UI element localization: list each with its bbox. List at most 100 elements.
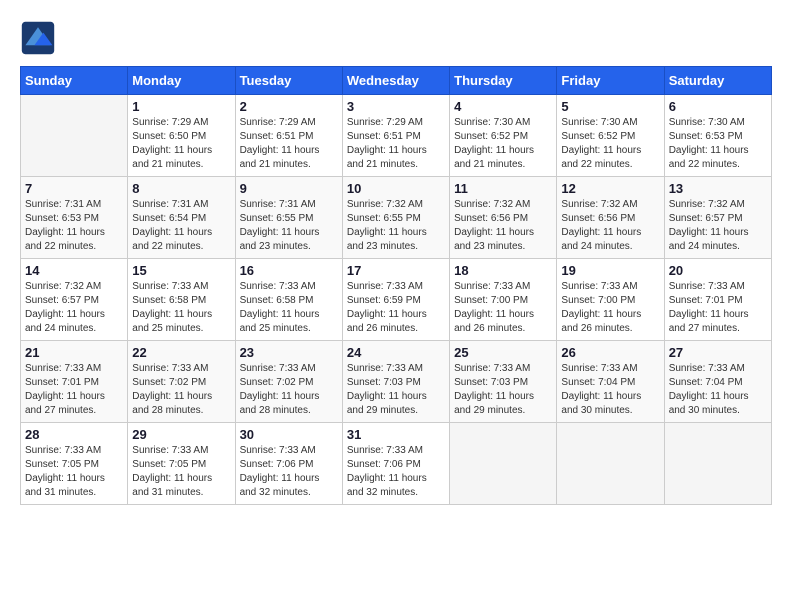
day-cell: 10Sunrise: 7:32 AMSunset: 6:55 PMDayligh…	[342, 177, 449, 259]
day-number: 23	[240, 345, 338, 360]
day-info: Sunrise: 7:33 AMSunset: 6:58 PMDaylight:…	[240, 280, 338, 336]
day-cell: 6Sunrise: 7:30 AMSunset: 6:53 PMDaylight…	[664, 95, 771, 177]
day-number: 17	[347, 263, 445, 278]
day-cell	[557, 423, 664, 505]
day-cell: 19Sunrise: 7:33 AMSunset: 7:00 PMDayligh…	[557, 259, 664, 341]
day-number: 13	[669, 181, 767, 196]
day-info: Sunrise: 7:33 AMSunset: 7:01 PMDaylight:…	[25, 362, 123, 418]
day-cell: 22 Sunrise: 7:33 AMSunset: 7:02 PMDayligh…	[128, 341, 235, 423]
header-row: SundayMondayTuesdayWednesdayThursdayFrid…	[21, 67, 772, 95]
day-number: 5	[561, 99, 659, 114]
day-cell	[664, 423, 771, 505]
day-number: 12	[561, 181, 659, 196]
day-info: Sunrise: 7:32 AMSunset: 6:57 PMDaylight:…	[669, 198, 767, 254]
day-number: 28	[25, 427, 123, 442]
day-cell: 17 Sunrise: 7:33 AMSunset: 6:59 PMDayligh…	[342, 259, 449, 341]
day-info: Sunrise: 7:33 AMSunset: 7:03 PMDaylight:…	[347, 362, 445, 418]
day-number: 25	[454, 345, 552, 360]
day-number: 30	[240, 427, 338, 442]
day-number: 31	[347, 427, 445, 442]
day-info: Sunrise: 7:31 AMSunset: 6:53 PMDaylight:…	[25, 198, 123, 254]
header-cell-thursday: Thursday	[450, 67, 557, 95]
day-cell: 28 Sunrise: 7:33 AMSunset: 7:05 PMDayligh…	[21, 423, 128, 505]
day-cell: 5Sunrise: 7:30 AMSunset: 6:52 PMDaylight…	[557, 95, 664, 177]
day-info: Sunrise: 7:33 AMSunset: 7:06 PMDaylight:…	[347, 444, 445, 500]
day-info: Sunrise: 7:33 AMSunset: 7:06 PMDaylight:…	[240, 444, 338, 500]
day-cell: 14Sunrise: 7:32 AMSunset: 6:57 PMDayligh…	[21, 259, 128, 341]
day-info: Sunrise: 7:32 AMSunset: 6:57 PMDaylight:…	[25, 280, 123, 336]
day-number: 27	[669, 345, 767, 360]
header-cell-sunday: Sunday	[21, 67, 128, 95]
week-row-2: 14Sunrise: 7:32 AMSunset: 6:57 PMDayligh…	[21, 259, 772, 341]
header-cell-friday: Friday	[557, 67, 664, 95]
calendar-body: 1 Sunrise: 7:29 AMSunset: 6:50 PMDaylight…	[21, 95, 772, 505]
day-info: Sunrise: 7:33 AMSunset: 7:05 PMDaylight:…	[25, 444, 123, 500]
week-row-3: 21 Sunrise: 7:33 AMSunset: 7:01 PMDayligh…	[21, 341, 772, 423]
page-header	[20, 20, 772, 56]
day-cell: 9 Sunrise: 7:31 AMSunset: 6:55 PMDaylight…	[235, 177, 342, 259]
day-cell: 11 Sunrise: 7:32 AMSunset: 6:56 PMDayligh…	[450, 177, 557, 259]
logo-icon	[20, 20, 56, 56]
day-cell: 1 Sunrise: 7:29 AMSunset: 6:50 PMDaylight…	[128, 95, 235, 177]
day-number: 16	[240, 263, 338, 278]
day-cell: 4 Sunrise: 7:30 AMSunset: 6:52 PMDaylight…	[450, 95, 557, 177]
day-info: Sunrise: 7:33 AMSunset: 7:00 PMDaylight:…	[454, 280, 552, 336]
week-row-1: 7 Sunrise: 7:31 AMSunset: 6:53 PMDaylight…	[21, 177, 772, 259]
day-cell: 18 Sunrise: 7:33 AMSunset: 7:00 PMDayligh…	[450, 259, 557, 341]
day-cell: 2 Sunrise: 7:29 AMSunset: 6:51 PMDaylight…	[235, 95, 342, 177]
header-cell-saturday: Saturday	[664, 67, 771, 95]
day-info: Sunrise: 7:33 AMSunset: 7:05 PMDaylight:…	[132, 444, 230, 500]
day-info: Sunrise: 7:30 AMSunset: 6:52 PMDaylight:…	[454, 116, 552, 172]
header-cell-wednesday: Wednesday	[342, 67, 449, 95]
day-number: 7	[25, 181, 123, 196]
day-number: 20	[669, 263, 767, 278]
day-info: Sunrise: 7:33 AMSunset: 7:04 PMDaylight:…	[669, 362, 767, 418]
day-info: Sunrise: 7:29 AMSunset: 6:51 PMDaylight:…	[240, 116, 338, 172]
week-row-0: 1 Sunrise: 7:29 AMSunset: 6:50 PMDaylight…	[21, 95, 772, 177]
day-cell: 27 Sunrise: 7:33 AMSunset: 7:04 PMDayligh…	[664, 341, 771, 423]
day-number: 6	[669, 99, 767, 114]
day-number: 15	[132, 263, 230, 278]
day-info: Sunrise: 7:29 AMSunset: 6:50 PMDaylight:…	[132, 116, 230, 172]
day-cell: 31 Sunrise: 7:33 AMSunset: 7:06 PMDayligh…	[342, 423, 449, 505]
day-info: Sunrise: 7:32 AMSunset: 6:56 PMDaylight:…	[561, 198, 659, 254]
day-cell: 13 Sunrise: 7:32 AMSunset: 6:57 PMDayligh…	[664, 177, 771, 259]
header-cell-monday: Monday	[128, 67, 235, 95]
day-number: 22	[132, 345, 230, 360]
day-cell: 7 Sunrise: 7:31 AMSunset: 6:53 PMDaylight…	[21, 177, 128, 259]
logo	[20, 20, 60, 56]
day-info: Sunrise: 7:33 AMSunset: 7:02 PMDaylight:…	[132, 362, 230, 418]
day-number: 9	[240, 181, 338, 196]
day-number: 11	[454, 181, 552, 196]
day-number: 21	[25, 345, 123, 360]
day-info: Sunrise: 7:29 AMSunset: 6:51 PMDaylight:…	[347, 116, 445, 172]
day-cell: 30 Sunrise: 7:33 AMSunset: 7:06 PMDayligh…	[235, 423, 342, 505]
day-cell: 23 Sunrise: 7:33 AMSunset: 7:02 PMDayligh…	[235, 341, 342, 423]
day-info: Sunrise: 7:33 AMSunset: 7:02 PMDaylight:…	[240, 362, 338, 418]
header-cell-tuesday: Tuesday	[235, 67, 342, 95]
day-cell	[450, 423, 557, 505]
day-cell: 8Sunrise: 7:31 AMSunset: 6:54 PMDaylight…	[128, 177, 235, 259]
day-number: 18	[454, 263, 552, 278]
day-number: 19	[561, 263, 659, 278]
day-cell: 16 Sunrise: 7:33 AMSunset: 6:58 PMDayligh…	[235, 259, 342, 341]
day-info: Sunrise: 7:33 AMSunset: 7:01 PMDaylight:…	[669, 280, 767, 336]
day-number: 4	[454, 99, 552, 114]
calendar-table: SundayMondayTuesdayWednesdayThursdayFrid…	[20, 66, 772, 505]
day-cell: 20 Sunrise: 7:33 AMSunset: 7:01 PMDayligh…	[664, 259, 771, 341]
day-info: Sunrise: 7:33 AMSunset: 6:59 PMDaylight:…	[347, 280, 445, 336]
day-info: Sunrise: 7:32 AMSunset: 6:56 PMDaylight:…	[454, 198, 552, 254]
day-info: Sunrise: 7:33 AMSunset: 7:03 PMDaylight:…	[454, 362, 552, 418]
day-cell: 3Sunrise: 7:29 AMSunset: 6:51 PMDaylight…	[342, 95, 449, 177]
day-number: 2	[240, 99, 338, 114]
day-number: 26	[561, 345, 659, 360]
day-info: Sunrise: 7:32 AMSunset: 6:55 PMDaylight:…	[347, 198, 445, 254]
day-number: 1	[132, 99, 230, 114]
day-info: Sunrise: 7:33 AMSunset: 6:58 PMDaylight:…	[132, 280, 230, 336]
day-number: 8	[132, 181, 230, 196]
day-cell: 25 Sunrise: 7:33 AMSunset: 7:03 PMDayligh…	[450, 341, 557, 423]
day-cell: 29Sunrise: 7:33 AMSunset: 7:05 PMDayligh…	[128, 423, 235, 505]
day-info: Sunrise: 7:31 AMSunset: 6:55 PMDaylight:…	[240, 198, 338, 254]
day-info: Sunrise: 7:33 AMSunset: 7:04 PMDaylight:…	[561, 362, 659, 418]
day-cell: 24Sunrise: 7:33 AMSunset: 7:03 PMDayligh…	[342, 341, 449, 423]
